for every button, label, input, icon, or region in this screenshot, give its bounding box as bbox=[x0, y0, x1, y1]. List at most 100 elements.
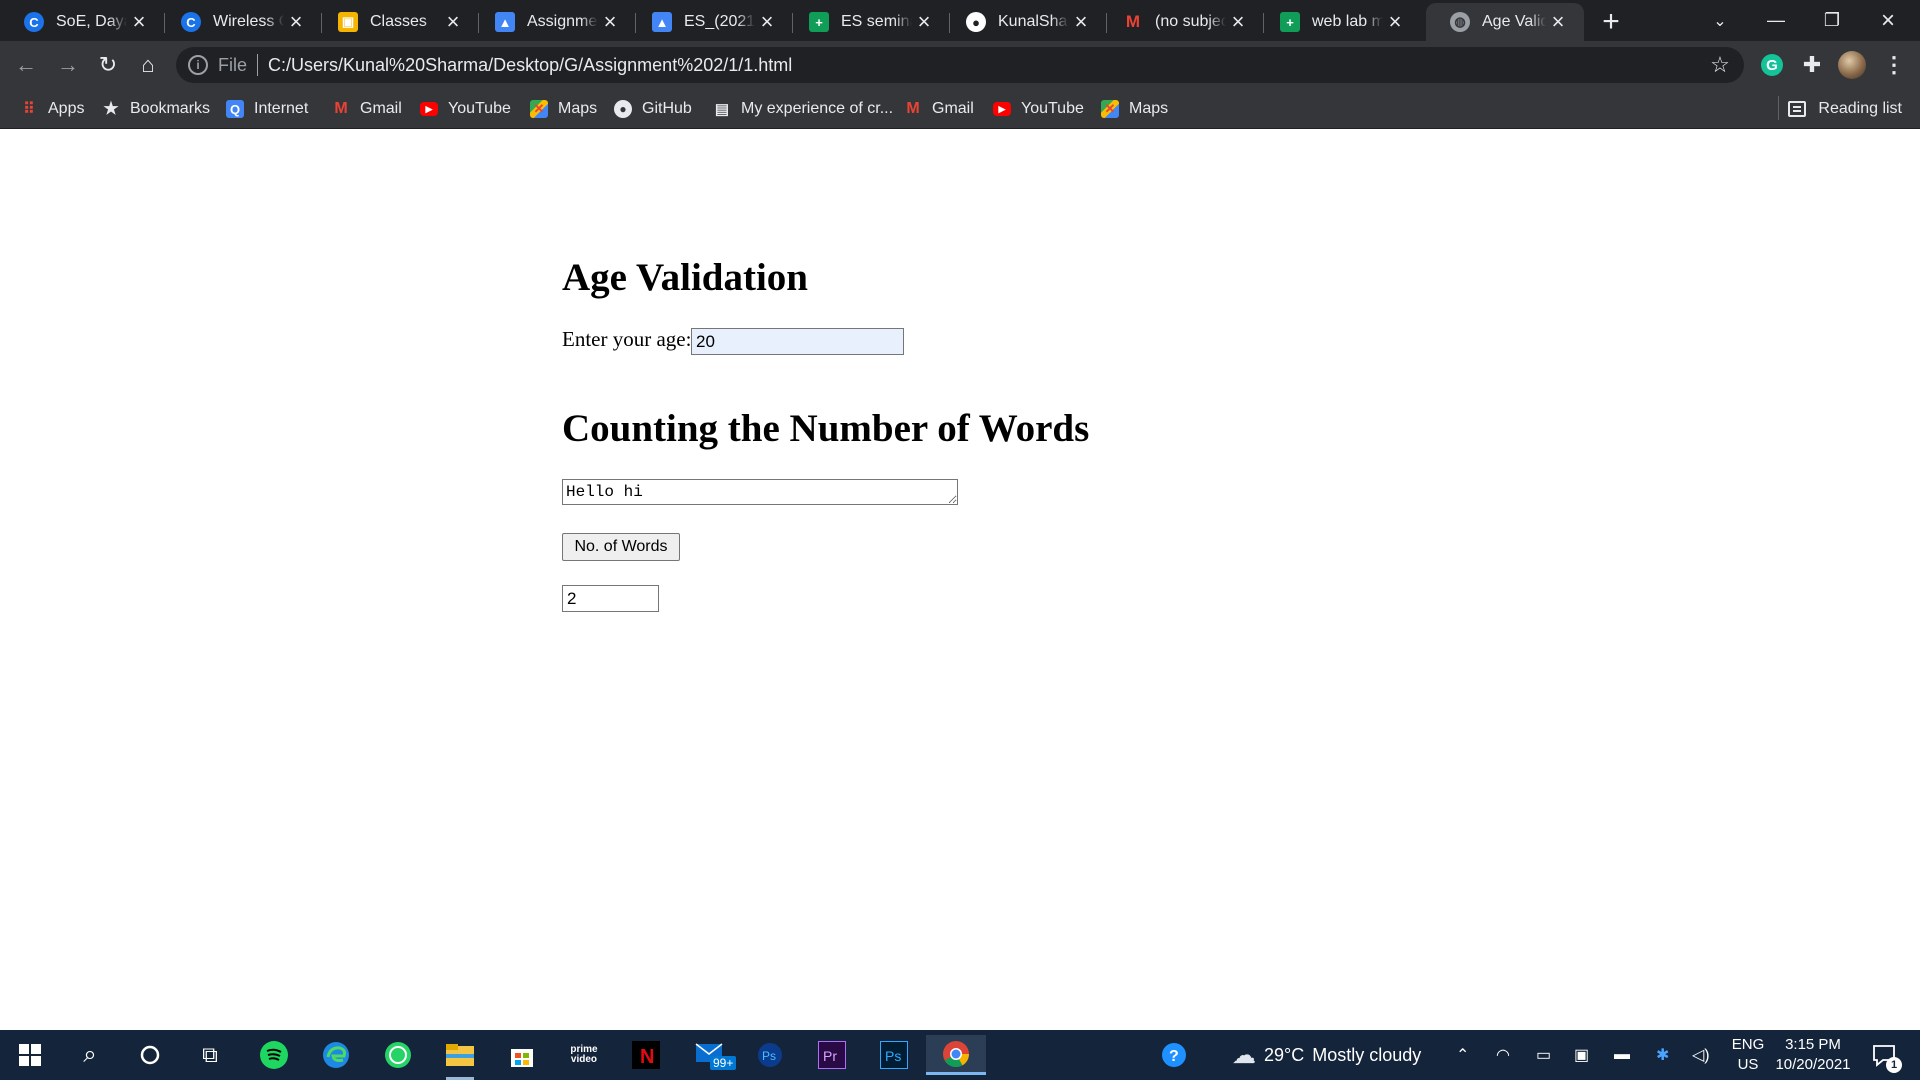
age-input[interactable] bbox=[691, 328, 904, 355]
reload-button[interactable]: ↻ bbox=[92, 49, 124, 81]
search-icon[interactable]: ⌕ bbox=[70, 1035, 110, 1075]
svg-text:Ps: Ps bbox=[885, 1048, 901, 1064]
volume-icon[interactable]: ◁) bbox=[1692, 1030, 1710, 1080]
close-icon[interactable]: × bbox=[1226, 9, 1250, 34]
bookmark-bookmarks[interactable]: ★ Bookmarks bbox=[102, 97, 210, 121]
prime-video-icon[interactable]: prime video bbox=[564, 1035, 604, 1075]
github-icon: ● bbox=[614, 100, 632, 118]
forward-button[interactable]: → bbox=[52, 49, 84, 81]
cortana-icon[interactable] bbox=[130, 1035, 170, 1075]
tab-es-seminar[interactable]: + ES seminar × bbox=[785, 3, 950, 41]
windows-start-icon[interactable] bbox=[10, 1035, 50, 1075]
grammarly-extension-icon[interactable]: G bbox=[1761, 54, 1783, 76]
url-text[interactable]: C:/Users/Kunal%20Sharma/Desktop/G/Assign… bbox=[268, 55, 792, 76]
weather-condition: Mostly cloudy bbox=[1312, 1044, 1422, 1065]
photoshop-express-icon[interactable]: Ps bbox=[750, 1035, 790, 1075]
tab-age-validation[interactable]: ◍ Age Validation × bbox=[1426, 3, 1584, 41]
meet-now-icon[interactable]: ▭ bbox=[1536, 1030, 1551, 1080]
c-logo-icon: C bbox=[181, 12, 201, 32]
globe-icon: ◍ bbox=[1450, 12, 1470, 32]
file-explorer-icon[interactable] bbox=[440, 1035, 480, 1080]
help-icon[interactable]: ? bbox=[1154, 1035, 1194, 1075]
wifi-icon[interactable]: ◠ bbox=[1496, 1030, 1510, 1080]
profile-avatar[interactable] bbox=[1838, 51, 1866, 79]
tab-assignment[interactable]: ▲ Assignment × bbox=[471, 3, 636, 41]
premiere-pro-icon[interactable]: Pr bbox=[812, 1035, 852, 1075]
close-icon[interactable]: × bbox=[912, 9, 936, 34]
tab-gmail[interactable]: M (no subject) × bbox=[1099, 3, 1264, 41]
show-hidden-icons-icon[interactable]: ⌃ bbox=[1456, 1030, 1469, 1080]
tab-soe[interactable]: C SoE, Dayanand Sagar × bbox=[0, 3, 165, 41]
spotify-icon[interactable] bbox=[254, 1035, 294, 1075]
netflix-icon[interactable]: N bbox=[626, 1035, 666, 1075]
restore-button[interactable]: ❐ bbox=[1804, 0, 1860, 41]
close-icon[interactable]: × bbox=[598, 9, 622, 34]
maps-icon: ✕ bbox=[530, 100, 548, 118]
minimize-button[interactable]: — bbox=[1748, 0, 1804, 41]
close-icon[interactable]: × bbox=[1383, 9, 1407, 34]
info-icon[interactable]: i bbox=[188, 55, 208, 75]
reading-list-icon bbox=[1788, 101, 1807, 117]
address-bar[interactable]: i File C:/Users/Kunal%20Sharma/Desktop/G… bbox=[176, 47, 1744, 83]
bookmark-youtube[interactable]: ▶ YouTube bbox=[420, 97, 511, 121]
weather-widget[interactable]: ☁ 29°C Mostly cloudy bbox=[1232, 1030, 1421, 1080]
edge-icon[interactable] bbox=[316, 1035, 356, 1075]
store-icon[interactable] bbox=[502, 1035, 542, 1075]
close-icon[interactable]: × bbox=[1546, 9, 1570, 34]
battery-icon[interactable]: ▬ bbox=[1614, 1030, 1630, 1080]
bookmark-youtube-2[interactable]: ▶ YouTube bbox=[993, 97, 1084, 121]
tab-classes[interactable]: ▣ Classes × bbox=[314, 3, 479, 41]
gmail-icon: M bbox=[1125, 12, 1141, 31]
close-icon[interactable]: × bbox=[755, 9, 779, 34]
tab-es[interactable]: ▲ ES_(2021-22) × bbox=[628, 3, 793, 41]
language-indicator[interactable]: ENG US bbox=[1728, 1035, 1768, 1075]
close-window-button[interactable]: × bbox=[1860, 0, 1916, 41]
display-icon[interactable]: ▣ bbox=[1574, 1030, 1589, 1080]
tab-strip: C SoE, Dayanand Sagar × C Wireless Commu… bbox=[0, 0, 1920, 41]
notifications-icon[interactable]: 1 bbox=[1864, 1035, 1904, 1075]
tab-web-lab[interactable]: + web lab mini × bbox=[1256, 3, 1421, 41]
tab-search-button[interactable]: ⌄ bbox=[1692, 0, 1748, 41]
chrome-icon[interactable] bbox=[926, 1035, 986, 1075]
clock[interactable]: 3:15 PM 10/20/2021 bbox=[1768, 1035, 1858, 1075]
bookmark-gmail-2[interactable]: M Gmail bbox=[904, 97, 974, 121]
svg-text:N: N bbox=[640, 1046, 654, 1068]
close-icon[interactable]: × bbox=[284, 9, 308, 34]
whatsapp-icon[interactable] bbox=[378, 1035, 418, 1075]
youtube-icon: ▶ bbox=[420, 102, 438, 116]
back-button[interactable]: ← bbox=[10, 49, 42, 81]
word-count-output[interactable] bbox=[562, 585, 659, 612]
bookmark-label: Gmail bbox=[932, 100, 974, 117]
bookmarks-bar: ⠿ Apps ★ Bookmarks Q Internet M Gmail ▶ … bbox=[0, 89, 1920, 129]
google-sheets-icon: + bbox=[809, 12, 829, 32]
word-count-heading: Counting the Number of Words bbox=[562, 407, 1090, 450]
close-icon[interactable]: × bbox=[1069, 9, 1093, 34]
mail-icon[interactable]: 99+ bbox=[688, 1035, 737, 1075]
bookmark-internet[interactable]: Q Internet bbox=[226, 97, 308, 121]
task-view-icon[interactable]: ⧉ bbox=[190, 1035, 230, 1075]
close-icon[interactable]: × bbox=[441, 9, 465, 34]
tab-github[interactable]: ● KunalSharma × bbox=[942, 3, 1107, 41]
photoshop-icon[interactable]: Ps bbox=[874, 1035, 914, 1075]
bookmark-label: Maps bbox=[558, 100, 598, 117]
bookmark-maps[interactable]: ✕ Maps bbox=[530, 97, 597, 121]
extensions-puzzle-icon[interactable]: ✚ bbox=[1798, 51, 1826, 79]
reading-list-button[interactable]: Reading list bbox=[1788, 97, 1902, 121]
bookmark-maps-2[interactable]: ✕ Maps bbox=[1101, 97, 1168, 121]
home-button[interactable]: ⌂ bbox=[132, 49, 164, 81]
new-tab-button[interactable]: + bbox=[1595, 5, 1627, 38]
github-icon: ● bbox=[966, 12, 986, 32]
bookmark-label: Maps bbox=[1129, 100, 1169, 117]
bookmark-gmail[interactable]: M Gmail bbox=[332, 97, 401, 121]
bookmark-github[interactable]: ● GitHub bbox=[614, 97, 692, 121]
count-words-button[interactable]: No. of Words bbox=[562, 533, 680, 561]
tab-wireless[interactable]: C Wireless Communication × bbox=[157, 3, 322, 41]
bluetooth-icon[interactable]: ✱ bbox=[1656, 1030, 1669, 1080]
words-textarea[interactable]: Hello hi bbox=[562, 479, 958, 505]
bookmark-my-experience[interactable]: ▤ My experience of cr... bbox=[713, 97, 893, 121]
more-menu-icon[interactable]: ⋮ bbox=[1880, 51, 1908, 79]
bookmark-star-icon[interactable]: ☆ bbox=[1706, 51, 1734, 79]
close-icon[interactable]: × bbox=[127, 9, 151, 34]
bookmark-apps[interactable]: ⠿ Apps bbox=[20, 97, 84, 121]
bookmark-label: GitHub bbox=[642, 100, 692, 117]
